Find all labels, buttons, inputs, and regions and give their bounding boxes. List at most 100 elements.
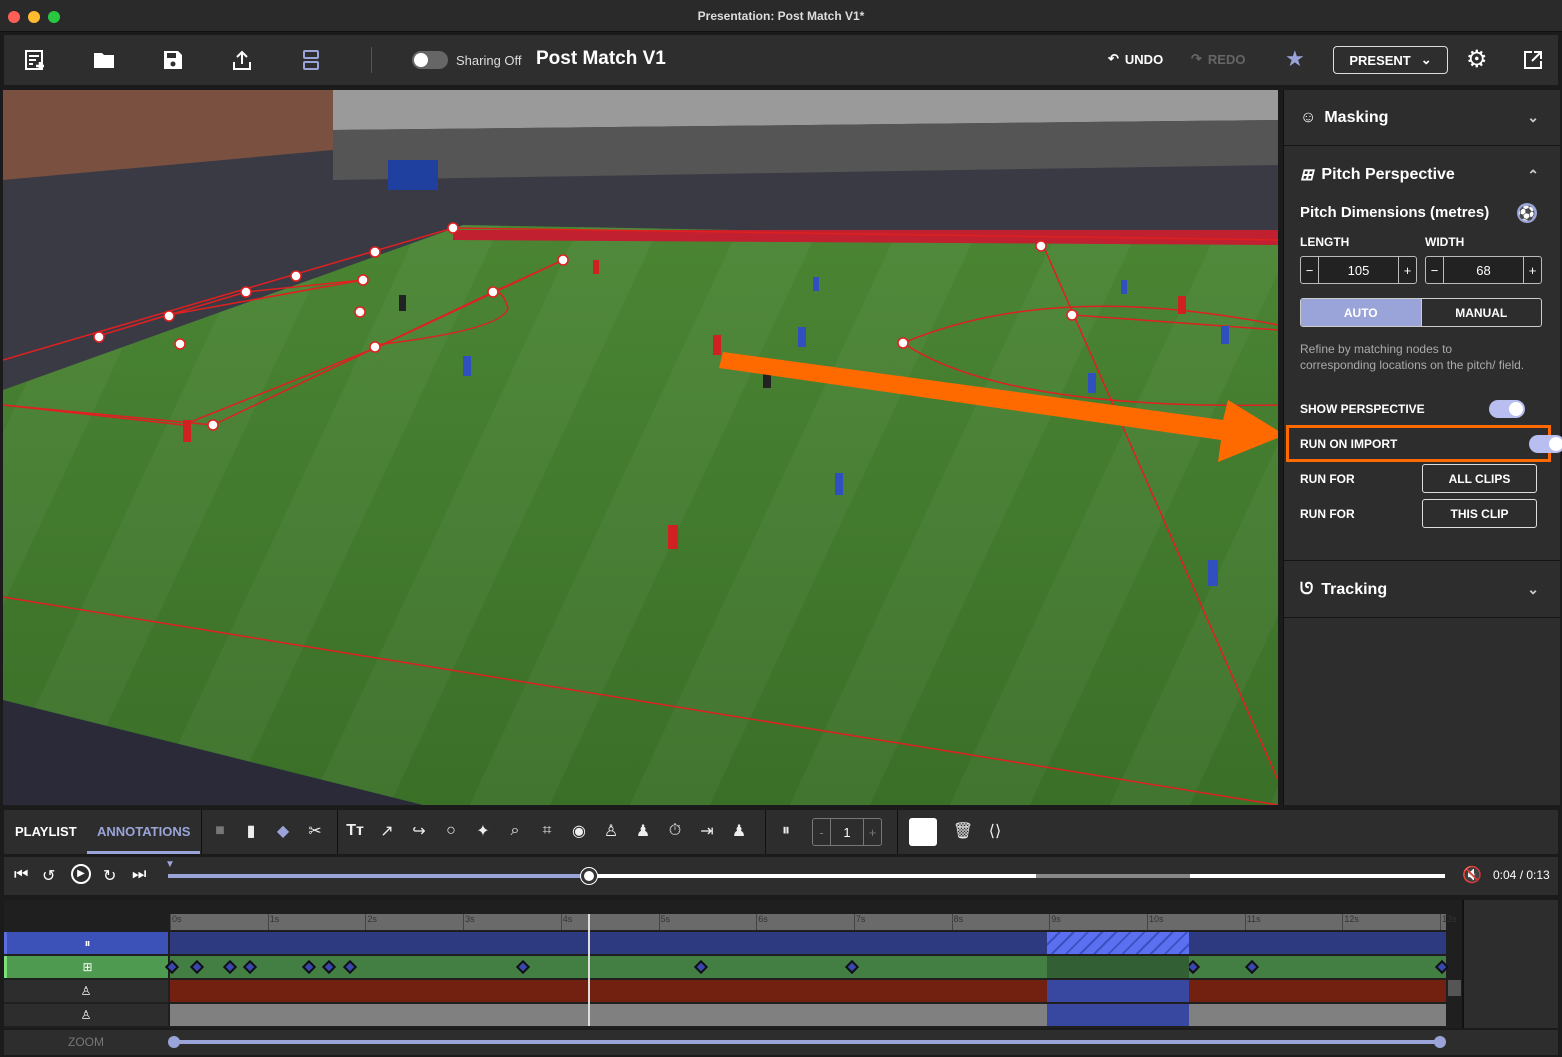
polygon-tool-icon[interactable]: ⌗ bbox=[536, 820, 558, 842]
zoom-handle-start[interactable] bbox=[168, 1036, 180, 1048]
tab-playlist[interactable]: PLAYLIST bbox=[15, 824, 77, 839]
player-marker-track-label[interactable]: ♙ bbox=[4, 1004, 168, 1026]
playhead[interactable] bbox=[588, 914, 591, 1026]
pitch-dimensions-title: Pitch Dimensions (metres) bbox=[1300, 204, 1490, 221]
help-text: Refine by matching nodes to correspondin… bbox=[1300, 342, 1525, 372]
highlight-clip-marker[interactable] bbox=[1047, 980, 1189, 1002]
width-decrement-button[interactable]: − bbox=[1426, 257, 1444, 283]
video-viewport[interactable] bbox=[3, 90, 1278, 805]
seek-handle[interactable] bbox=[581, 868, 598, 884]
pitch-perspective-icon: ⊞ bbox=[82, 960, 93, 974]
minimize-window-button[interactable] bbox=[28, 11, 40, 23]
scissors-icon[interactable]: ✂ bbox=[304, 820, 326, 842]
all-clips-button[interactable]: ALL CLIPS bbox=[1422, 464, 1537, 493]
text-tool-icon[interactable]: Tт bbox=[344, 820, 366, 842]
frame-increment-button[interactable]: + bbox=[863, 819, 881, 845]
forward-5-icon[interactable]: ↻ bbox=[103, 866, 116, 886]
mode-toggle: AUTO MANUAL bbox=[1300, 298, 1542, 327]
star-icon[interactable]: ★ bbox=[1285, 46, 1305, 72]
frame-decrement-button[interactable]: - bbox=[813, 819, 831, 845]
clear-all-icon[interactable]: ⟨⟩ bbox=[984, 820, 1006, 842]
redo-button[interactable]: ↷ REDO bbox=[1191, 51, 1245, 67]
gear-icon[interactable]: ⚙ bbox=[1466, 45, 1488, 74]
length-stepper[interactable]: − 105 + bbox=[1300, 256, 1417, 284]
redo-label: REDO bbox=[1207, 51, 1246, 67]
undo-label: UNDO bbox=[1124, 51, 1164, 67]
close-window-button[interactable] bbox=[8, 11, 20, 23]
spotlight-tool-icon[interactable]: ✦ bbox=[472, 820, 494, 842]
player-marker-track-label[interactable]: ♙ bbox=[4, 980, 168, 1002]
circle-tool-icon[interactable]: ○ bbox=[440, 820, 462, 842]
auto-mode-button[interactable]: AUTO bbox=[1301, 299, 1422, 326]
length-decrement-button[interactable]: − bbox=[1301, 257, 1319, 283]
rewind-5-icon[interactable]: ↺ bbox=[42, 866, 55, 886]
this-clip-button[interactable]: THIS CLIP bbox=[1422, 499, 1537, 528]
folder-icon[interactable] bbox=[91, 47, 117, 73]
present-button[interactable]: PRESENT ⌄ bbox=[1333, 46, 1448, 74]
trash-icon[interactable]: 🗑 bbox=[952, 820, 974, 842]
mute-icon[interactable]: 🔇 bbox=[1462, 865, 1482, 885]
skip-start-icon[interactable]: ⏮ bbox=[14, 866, 28, 884]
presentation-title[interactable]: Post Match V1 bbox=[536, 48, 666, 70]
maximize-window-button[interactable] bbox=[48, 11, 60, 23]
zoom-handle-end[interactable] bbox=[1434, 1036, 1446, 1048]
length-increment-button[interactable]: + bbox=[1398, 257, 1416, 283]
width-increment-button[interactable]: + bbox=[1523, 257, 1541, 283]
shapes-icon[interactable]: ◆ bbox=[272, 820, 294, 842]
camera-icon[interactable]: ■ bbox=[209, 820, 231, 842]
frame-input[interactable]: 1 bbox=[831, 819, 863, 845]
pause-annotation-icon[interactable]: ⏸ bbox=[775, 820, 797, 842]
in-point-marker[interactable]: ▼ bbox=[165, 859, 175, 870]
tab-annotations[interactable]: ANNOTATIONS bbox=[87, 810, 201, 854]
timeline-scrollbar[interactable] bbox=[1448, 980, 1461, 996]
export-icon[interactable] bbox=[229, 47, 255, 73]
curved-arrow-tool-icon[interactable]: ↪ bbox=[408, 820, 430, 842]
player-link-icon[interactable]: ♟ bbox=[632, 820, 654, 842]
toolbar-divider bbox=[371, 47, 372, 73]
player-movement-icon[interactable]: ⇥ bbox=[696, 820, 718, 842]
sharing-switch[interactable] bbox=[412, 51, 448, 69]
timeline-side-area bbox=[1462, 900, 1558, 1028]
highlight-clip-perspective[interactable] bbox=[1047, 956, 1189, 978]
color-swatch[interactable] bbox=[909, 818, 937, 846]
highlight-clip-marker[interactable] bbox=[1047, 1004, 1189, 1026]
ruler-tick: 9s bbox=[1049, 914, 1061, 930]
show-perspective-toggle[interactable] bbox=[1489, 400, 1525, 418]
save-icon[interactable] bbox=[160, 47, 186, 73]
player-icon[interactable]: ♟ bbox=[728, 820, 750, 842]
run-on-import-toggle[interactable] bbox=[1529, 435, 1562, 453]
document-icon[interactable]: ▮ bbox=[240, 820, 262, 842]
arrow-tool-icon[interactable]: ↗ bbox=[376, 820, 398, 842]
pitch-perspective-section-header[interactable]: ⊞ Pitch Perspective ⌃ bbox=[1284, 147, 1561, 203]
layout-icon[interactable] bbox=[298, 47, 324, 73]
seek-slider[interactable] bbox=[168, 868, 1445, 884]
football-icon[interactable]: ⚽ bbox=[1517, 203, 1537, 223]
pause-track-label[interactable]: ⏸ bbox=[4, 932, 168, 954]
manual-mode-button[interactable]: MANUAL bbox=[1422, 299, 1542, 326]
buffered-range bbox=[1036, 874, 1190, 878]
new-presentation-icon[interactable] bbox=[22, 47, 48, 73]
eye-tool-icon[interactable]: ◉ bbox=[568, 820, 590, 842]
time-ruler[interactable]: 0s 1s 2s 3s 4s 5s 6s 7s 8s 9s 10s 11s 12s 13s bbox=[170, 914, 1457, 930]
masking-section-header[interactable]: ☺ Masking ⌄ bbox=[1284, 90, 1561, 146]
length-input[interactable]: 105 bbox=[1319, 257, 1398, 283]
tracking-section-header[interactable]: ᘎ Tracking ⌄ bbox=[1284, 562, 1561, 618]
width-input[interactable]: 68 bbox=[1444, 257, 1523, 283]
play-icon[interactable]: ▶ bbox=[71, 864, 91, 884]
undo-button[interactable]: ↶ UNDO bbox=[1108, 51, 1163, 67]
highlight-clip-pause[interactable] bbox=[1047, 932, 1189, 954]
sharing-toggle[interactable]: Sharing Off bbox=[412, 51, 522, 69]
ruler-tick: 8s bbox=[951, 914, 963, 930]
player-marker-icon[interactable]: ♙ bbox=[600, 820, 622, 842]
masking-title: Masking bbox=[1324, 108, 1389, 126]
width-stepper[interactable]: − 68 + bbox=[1425, 256, 1542, 284]
chevron-down-icon: ⌄ bbox=[1527, 109, 1539, 125]
perspective-track-label[interactable]: ⊞ bbox=[4, 956, 168, 978]
timer-icon[interactable]: ⏱ bbox=[664, 820, 686, 842]
open-external-icon[interactable] bbox=[1520, 47, 1546, 73]
frame-stepper[interactable]: - 1 + bbox=[812, 818, 882, 846]
chevron-down-icon: ⌄ bbox=[1527, 581, 1539, 597]
magnify-tool-icon[interactable]: ⌕ bbox=[504, 820, 526, 842]
zoom-slider[interactable] bbox=[168, 1036, 1446, 1048]
skip-end-icon[interactable]: ⏭ bbox=[132, 866, 146, 884]
